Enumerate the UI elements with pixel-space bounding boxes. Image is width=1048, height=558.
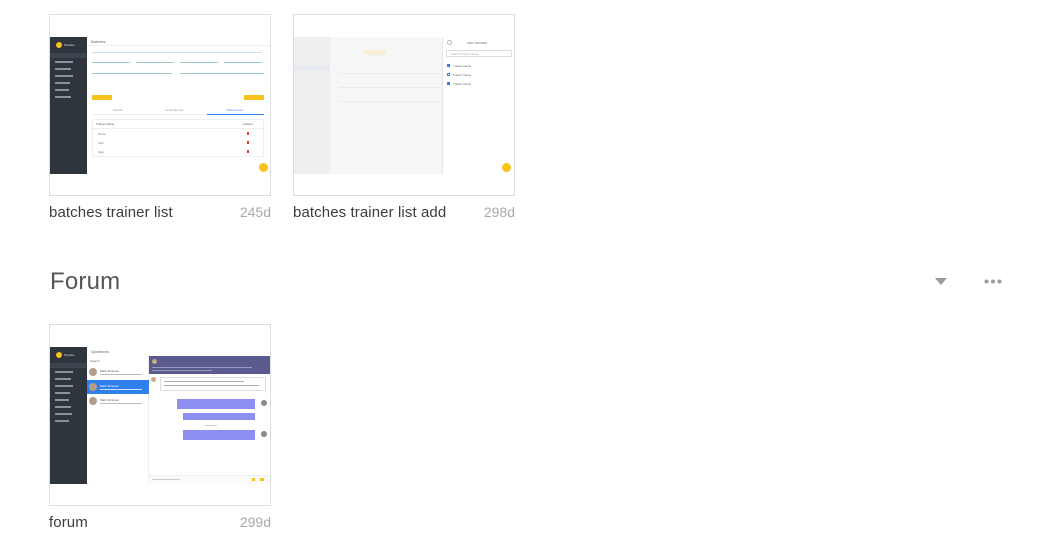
collapse-icon[interactable] bbox=[928, 270, 954, 292]
screen-name[interactable]: forum bbox=[49, 514, 88, 531]
mock-brand: Pipeline bbox=[64, 353, 75, 357]
mock-brand: Pipeline bbox=[64, 43, 75, 47]
mock-row: Test bbox=[98, 141, 104, 145]
screen-thumbnail[interactable]: Pipeline Questions Search Mark Simpson M… bbox=[49, 324, 271, 506]
section-title: Forum bbox=[50, 268, 121, 295]
page: Pipeline Batches Details Schedule List T… bbox=[0, 0, 1048, 558]
mock-sidebar: Pipeline bbox=[50, 37, 87, 174]
mock-row: Name bbox=[98, 132, 107, 136]
screen-age: 298d bbox=[483, 204, 515, 220]
screen-age: 245d bbox=[239, 204, 271, 220]
mock-header: Batches bbox=[91, 39, 106, 44]
mock-option: Trainer Name bbox=[453, 82, 472, 86]
screen-name[interactable]: batches trainer list bbox=[49, 204, 173, 221]
mock-panel-title: ADD TRAINER bbox=[467, 41, 488, 45]
mock-option: Trainer Name bbox=[453, 73, 472, 77]
mock-option: Trainer Name bbox=[453, 64, 472, 68]
screen-name[interactable]: batches trainer list add bbox=[293, 204, 446, 221]
mock-table-header: Actions bbox=[243, 122, 253, 126]
mock-thread: Mark Simpson bbox=[100, 369, 120, 373]
section-actions bbox=[928, 270, 1006, 292]
mock-tab: Schedule List bbox=[165, 108, 184, 112]
mock-thread: Mark Simpson bbox=[100, 384, 120, 388]
mock-table-header: Trainer Name bbox=[96, 122, 115, 126]
mock-thread: Mark Simpson bbox=[100, 398, 120, 402]
mock-tab: Details bbox=[113, 108, 123, 112]
mock-tab: Trainers List bbox=[226, 108, 243, 112]
screen-card[interactable]: ADD TRAINER Search trainer name Trainer … bbox=[293, 14, 515, 221]
mock-row: Sam bbox=[98, 150, 105, 154]
screen-card[interactable]: Pipeline Batches Details Schedule List T… bbox=[49, 14, 271, 221]
screen-age: 299d bbox=[239, 514, 271, 530]
mock-header: Questions bbox=[91, 349, 110, 354]
screen-thumbnail[interactable]: ADD TRAINER Search trainer name Trainer … bbox=[293, 14, 515, 196]
mock-search: Search bbox=[90, 359, 100, 363]
screen-thumbnail[interactable]: Pipeline Batches Details Schedule List T… bbox=[49, 14, 271, 196]
screen-card[interactable]: Pipeline Questions Search Mark Simpson M… bbox=[49, 324, 271, 531]
more-options-icon[interactable] bbox=[980, 270, 1006, 292]
mock-search-placeholder: Search trainer name bbox=[451, 52, 479, 56]
